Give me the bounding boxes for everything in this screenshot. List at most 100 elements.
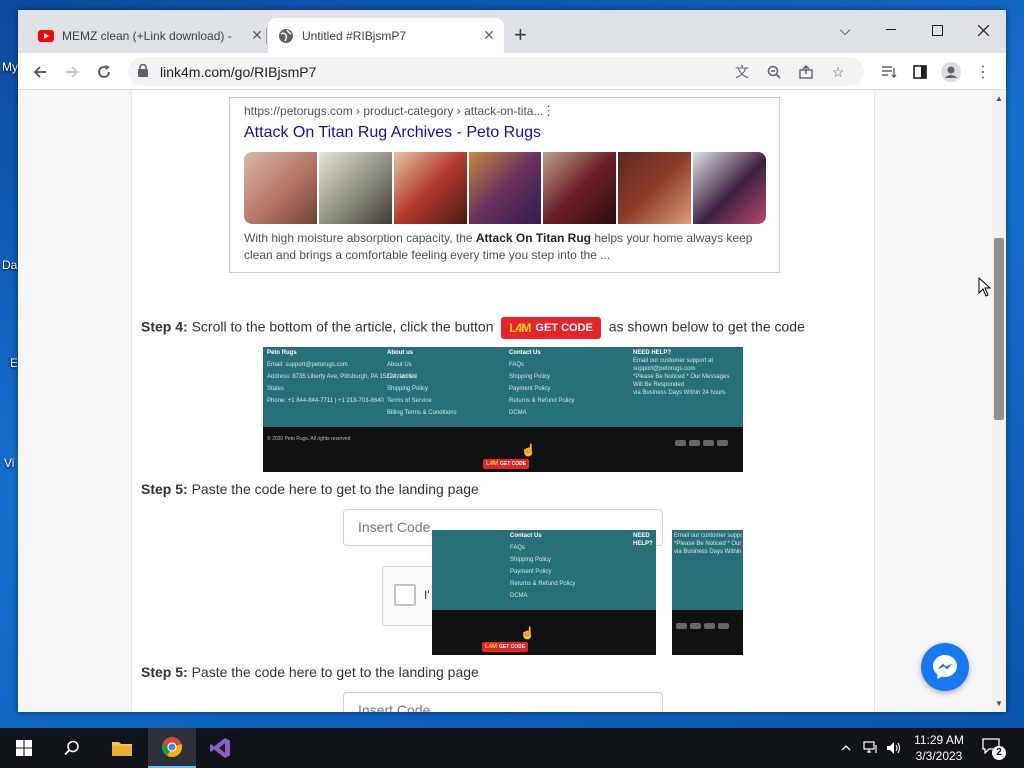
system-clock[interactable]: 11:29 AM 3/3/2023 [906,732,972,764]
maximize-icon[interactable] [914,16,960,44]
back-icon[interactable] [27,59,53,85]
footer-column: Contact Us FAQs Shipping Policy Payment … [509,347,574,419]
footer-column: NEED HELP? Email our customer support at… [633,347,739,397]
footer-line: FAQs [509,362,525,368]
lock-icon[interactable] [138,63,148,82]
tab-search-icon[interactable]: ⌵ [822,16,868,44]
get-code-button-example: L4M GET CODE [501,317,601,339]
desktop-icon-label[interactable]: Vi [4,456,14,470]
browser-menu-icon[interactable]: ⋮ [970,59,996,85]
new-tab-button[interactable]: + [514,24,527,46]
action-center-button[interactable]: 2 [982,738,1006,760]
footer-column: Email our customer support at support@pe… [674,530,742,556]
tab-separator [266,28,267,44]
file-explorer-button[interactable] [98,728,146,768]
tab-memz[interactable]: MEMZ clean (+Link download) - ✕ [28,18,272,53]
input-placeholder: Insert Code [358,519,431,535]
forward-icon[interactable] [59,59,85,85]
folder-icon [112,742,132,756]
footer-line: Terms of Service [387,398,432,404]
footer-line: About Us [387,362,412,368]
footer-line: Shipping Policy [510,557,552,563]
search-icon [64,740,79,756]
scroll-thumb[interactable] [994,238,1004,420]
footer-line: Returns & Refund Policy [509,398,575,404]
chrome-taskbar-button[interactable] [148,728,196,768]
browser-toolbar: link4m.com/go/RIBjsmP7 文 ☆ ⋮ [18,53,1006,90]
footer-line: DCMA [509,410,527,416]
footer-line: *Please Be Noticed * Our Messages Will B… [633,374,730,388]
zoom-icon[interactable] [764,62,784,82]
messenger-chat-button[interactable] [921,643,969,691]
hand-pointer-icon: ☝ [520,626,535,640]
desktop-icon-label[interactable]: Da [2,258,17,272]
code-input[interactable]: Insert Code [343,692,663,712]
windows-taskbar: 11:29 AM 3/3/2023 2 [0,728,1024,768]
close-tab-icon[interactable]: ✕ [480,27,498,44]
tab-title: MEMZ clean (+Link download) - [62,28,232,43]
profile-avatar-icon[interactable] [938,59,964,85]
desktop-icon-label[interactable]: My [2,60,18,74]
footer-heading: NEED HELP? [633,350,672,356]
footer-column: Contact Us FAQs Shipping Policy Payment … [510,530,575,602]
search-button[interactable] [48,728,96,768]
visual-studio-button[interactable] [196,728,244,768]
input-placeholder: Insert Code [358,702,431,712]
reading-list-icon[interactable] [876,59,902,85]
footer-line: Shipping Policy [387,386,429,392]
tab-untitled[interactable]: Untitled #RIBjsmP7 ✕ [268,18,504,53]
hand-pointer-icon: ☝ [521,443,536,457]
minimize-icon[interactable] [868,16,914,44]
show-hidden-icons-chevron-icon[interactable] [836,728,856,768]
captcha-checkbox[interactable] [394,584,416,606]
result-title: Attack On Titan Rug Archives - Peto Rugs [244,124,542,141]
step-label: Step 4: [141,318,188,335]
network-icon[interactable] [860,728,882,768]
windows-logo-icon [16,740,32,756]
share-icon[interactable] [796,62,816,82]
start-button[interactable] [0,728,48,768]
chrome-icon [162,737,182,758]
scroll-down-arrow-icon[interactable]: ▼ [995,699,1003,708]
tab-strip: MEMZ clean (+Link download) - ✕ Untitled… [18,10,1006,53]
close-window-icon[interactable] [960,16,1006,44]
rug-thumbnail [318,152,392,224]
scroll-up-arrow-icon[interactable]: ▲ [995,94,1003,103]
get-code-label: GET CODE [535,322,593,334]
result-description: With high moisture absorption capacity, … [244,230,770,264]
captcha-label: I' [424,588,430,602]
address-bar[interactable]: link4m.com/go/RIBjsmP7 文 ☆ [128,57,864,86]
footer-line: Billing Terms & Conditions [387,410,457,416]
volume-icon[interactable] [884,728,904,768]
footer-heading: About us [387,350,413,356]
page-scrollbar[interactable]: ▲ ▼ [992,90,1006,712]
footer-line: Returns & Refund Policy [510,581,576,587]
footer-example-image: Peto Rugs Email: support@petorugs.com Ad… [263,347,743,472]
footer-copyright: © 2020 Peto Rugs. All rights reserved [267,436,351,442]
more-options-icon: ⋮ [542,103,555,118]
step5-instruction-repeat: Step 5: Paste the code here to get to th… [141,664,479,680]
desktop-icon-label[interactable]: E [10,356,18,370]
footer-line: DCMA [510,593,528,599]
footer-line: Email our customer support at support@pe… [633,358,714,372]
footer-line: Shipping Policy [509,374,551,380]
get-code-label: GET CODE [500,461,527,467]
step5-instruction: Step 5: Paste the code here to get to th… [141,481,479,497]
url-text: link4m.com/go/RIBjsmP7 [160,64,317,80]
rug-thumbnail [244,152,317,224]
mouse-cursor-icon [978,276,992,302]
payment-icons [676,623,729,629]
translate-icon[interactable]: 文 [732,62,752,82]
reload-icon[interactable] [91,59,117,85]
link4m-logo: L4M [486,461,498,467]
close-tab-icon[interactable]: ✕ [248,27,266,44]
rug-thumbnail [543,152,617,224]
description-highlight: Attack On Titan Rug [475,231,592,245]
side-panel-icon[interactable] [907,59,933,85]
bookmark-star-icon[interactable]: ☆ [828,62,848,82]
page-viewport: https://petorugs.com › product-category … [18,90,992,712]
glitch-image-fragment: Email our customer support at support@pe… [672,530,743,655]
visual-studio-icon [210,738,230,758]
footer-line: Email our customer support at support@pe… [674,533,742,539]
footer-line: via Business Days Within 24 hours [674,549,742,555]
